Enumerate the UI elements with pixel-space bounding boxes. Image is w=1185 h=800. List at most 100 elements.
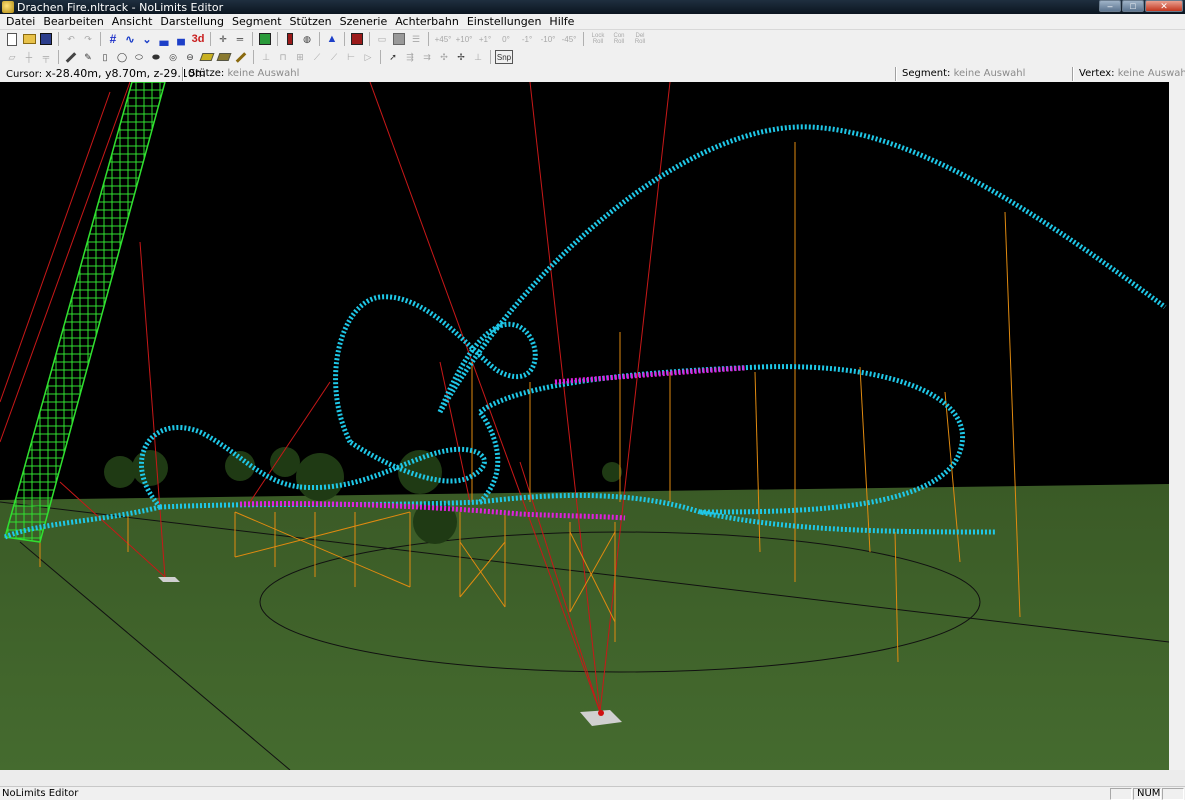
support-b-icon[interactable]: ⊓	[275, 49, 291, 65]
toolbar-separator	[369, 32, 370, 46]
menu-hilfe[interactable]: Hilfe	[545, 15, 578, 28]
valley-track-icon[interactable]: ⌄	[139, 31, 155, 47]
menu-darstellung[interactable]: Darstellung	[156, 15, 228, 28]
del-roll-button[interactable]: Del Roll	[630, 31, 650, 47]
disk-icon[interactable]: ⊖	[182, 49, 198, 65]
support-d-icon[interactable]: ⟋	[309, 49, 325, 65]
vertex-label: Vertex:	[1079, 68, 1115, 79]
split-icon[interactable]: ┼	[21, 49, 37, 65]
support-icon[interactable]: ╤	[38, 49, 54, 65]
wood-icon[interactable]	[216, 49, 232, 65]
menu-achterbahn[interactable]: Achterbahn	[391, 15, 463, 28]
footer-icon[interactable]	[233, 49, 249, 65]
add-node-icon[interactable]: ⇶	[402, 49, 418, 65]
green-block-icon[interactable]	[257, 31, 273, 47]
menu-einstellungen[interactable]: Einstellungen	[463, 15, 546, 28]
editor-window: Drachen Fire.nltrack - NoLimits Editor –…	[0, 0, 1185, 800]
barrel-icon[interactable]: ◎	[165, 49, 181, 65]
menu-ansicht[interactable]: Ansicht	[108, 15, 157, 28]
toolbar-separator	[58, 50, 59, 64]
roll-plus45-button[interactable]: +45°	[433, 31, 453, 47]
pointer-icon[interactable]: ➚	[385, 49, 401, 65]
vertex-value: keine Auswahl	[1117, 68, 1185, 79]
vertex-readout: Vertex: keine Auswahl	[1079, 67, 1185, 81]
grid-icon[interactable]: #	[105, 31, 121, 47]
add-multi-icon[interactable]: ✢	[453, 49, 469, 65]
cylinder-alt-icon[interactable]: ⬬	[148, 49, 164, 65]
globe-icon[interactable]: ◍	[299, 31, 315, 47]
roll-minus1-button[interactable]: -1°	[517, 31, 537, 47]
track-scene[interactable]	[0, 82, 1169, 770]
yellow-block-icon[interactable]	[199, 49, 215, 65]
segment-value: keine Auswahl	[953, 68, 1026, 79]
eraser-icon[interactable]: ▱	[4, 49, 20, 65]
vertical-scrollbar[interactable]	[1169, 82, 1185, 770]
support-e-icon[interactable]: ⟋	[326, 49, 342, 65]
pencil-icon[interactable]	[63, 49, 79, 65]
record-icon[interactable]	[349, 31, 365, 47]
ring-icon[interactable]: ◯	[114, 49, 130, 65]
secondary-toolbar: ▱ ┼ ╤ ✎ ▯ ◯ ⬭ ⬬ ◎ ⊖ ⊥ ⊓ ⊞ ⟋ ⟋ ⊢ ▷ ➚ ⇶ ⇉ …	[0, 48, 1185, 66]
con-roll-button[interactable]: Con Roll	[609, 31, 629, 47]
roll-minus10-button[interactable]: -10°	[538, 31, 558, 47]
wave-track-icon[interactable]: ∿	[122, 31, 138, 47]
status-bar: NoLimits Editor NUM	[0, 786, 1185, 800]
new-file-icon[interactable]	[4, 31, 20, 47]
close-button[interactable]: ✕	[1145, 0, 1183, 12]
toolbar-separator	[58, 32, 59, 46]
toolbar-separator	[490, 50, 491, 64]
app-icon	[2, 1, 14, 13]
roll-zero-button[interactable]: 0°	[496, 31, 516, 47]
roll-plus10-button[interactable]: +10°	[454, 31, 474, 47]
menu-bearbeiten[interactable]: Bearbeiten	[39, 15, 107, 28]
main-toolbar: ↶ ↷ # ∿ ⌄ ▃ ▄ 3d ✛ ═ ◍ ▲ ▭ ☰ +45° +10° +…	[0, 30, 1185, 48]
status-text: NoLimits Editor	[2, 788, 79, 799]
cylinder-icon[interactable]: ⬭	[131, 49, 147, 65]
status-divider	[1072, 67, 1074, 81]
roll-plus1-button[interactable]: +1°	[475, 31, 495, 47]
anchor-icon[interactable]: ⊥	[470, 49, 486, 65]
snap-button[interactable]: Snp	[495, 50, 513, 64]
support-readout: Stütze: keine Auswahl	[189, 67, 299, 81]
menu-datei[interactable]: Datei	[2, 15, 39, 28]
flat-segment-icon[interactable]: ═	[232, 31, 248, 47]
support-g-icon[interactable]: ▷	[360, 49, 376, 65]
warning-icon[interactable]: ▲	[324, 31, 340, 47]
pen-icon[interactable]: ✎	[80, 49, 96, 65]
support-value: keine Auswahl	[227, 68, 300, 79]
3d-view-icon[interactable]: 3d	[190, 31, 206, 47]
window-controls: – □ ✕	[1098, 0, 1183, 13]
pillar-icon[interactable]: ▯	[97, 49, 113, 65]
lock-roll-button[interactable]: Lock Roll	[588, 31, 608, 47]
toolbar-separator	[344, 32, 345, 46]
add-branch-icon[interactable]: ⇉	[419, 49, 435, 65]
ground-plane	[0, 484, 1169, 770]
menu-stuetzen[interactable]: Stützen	[286, 15, 336, 28]
support-f-icon[interactable]: ⊢	[343, 49, 359, 65]
3d-viewport[interactable]	[0, 82, 1169, 770]
add-vertex-icon[interactable]: ✣	[436, 49, 452, 65]
train-icon[interactable]: ▃	[156, 31, 172, 47]
save-icon[interactable]	[38, 31, 54, 47]
horizontal-scrollbar[interactable]	[0, 770, 1185, 786]
adjust-icon[interactable]: ☰	[408, 31, 424, 47]
title-bar: Drachen Fire.nltrack - NoLimits Editor –…	[0, 0, 1185, 14]
maximize-button[interactable]: □	[1122, 0, 1144, 12]
window-icon[interactable]: ▭	[374, 31, 390, 47]
minimize-button[interactable]: –	[1099, 0, 1121, 12]
signal-icon[interactable]	[282, 31, 298, 47]
track-layout	[4, 124, 1167, 540]
redo-icon[interactable]: ↷	[80, 31, 96, 47]
cursor-readout: Cursor: x-28.40m, y8.70m, z-29.10m	[6, 67, 206, 81]
roll-minus45-button[interactable]: -45°	[559, 31, 579, 47]
train-alt-icon[interactable]: ▄	[173, 31, 189, 47]
menu-szenerie[interactable]: Szenerie	[336, 15, 392, 28]
menu-segment[interactable]: Segment	[228, 15, 286, 28]
gray-box-icon[interactable]	[391, 31, 407, 47]
open-folder-icon[interactable]	[21, 31, 37, 47]
support-a-icon[interactable]: ⊥	[258, 49, 274, 65]
status-panel-empty	[1110, 788, 1132, 800]
undo-icon[interactable]: ↶	[63, 31, 79, 47]
crosshair-icon[interactable]: ✛	[215, 31, 231, 47]
support-c-icon[interactable]: ⊞	[292, 49, 308, 65]
